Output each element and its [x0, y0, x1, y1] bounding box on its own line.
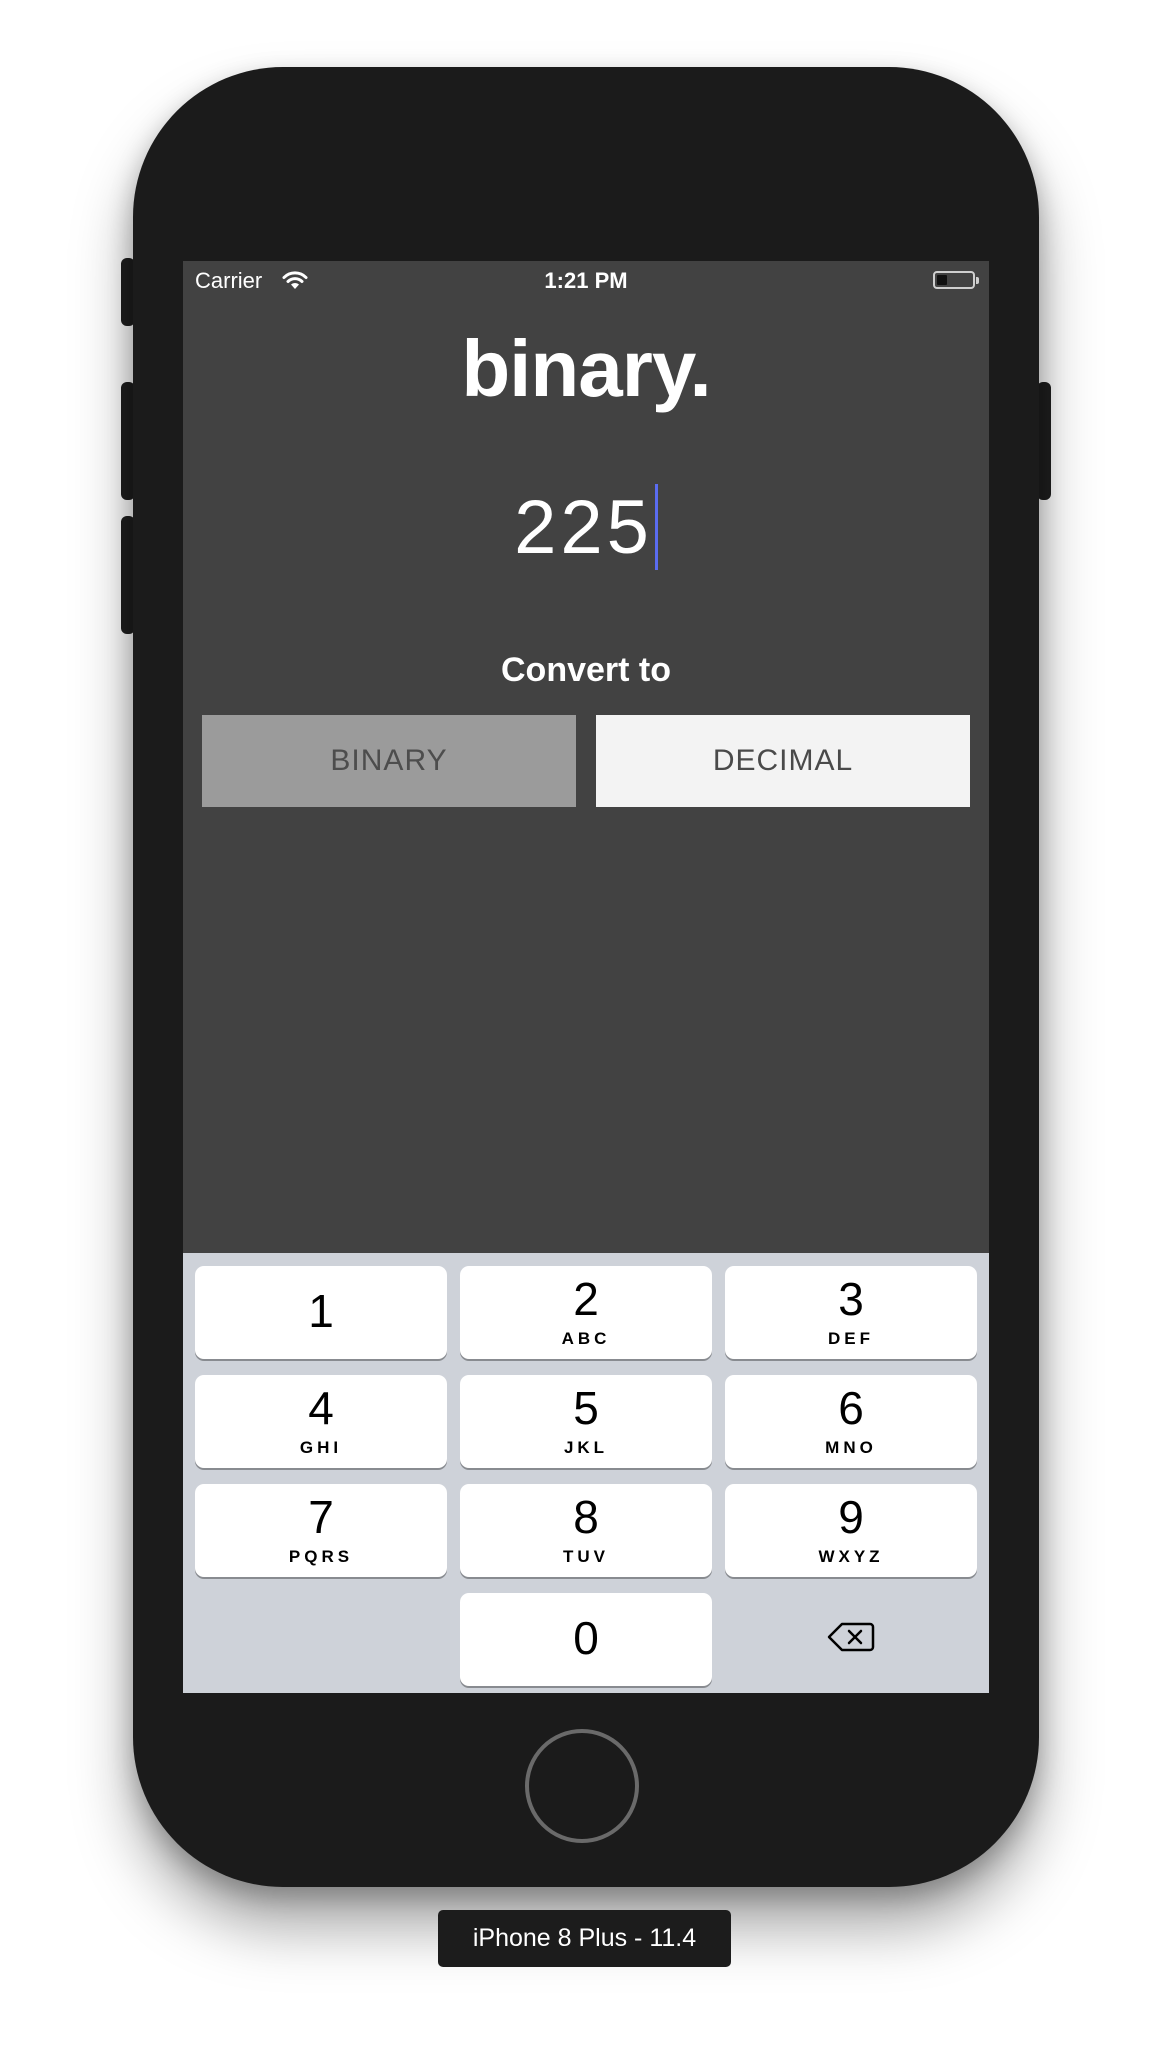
delete-key[interactable] [725, 1593, 977, 1686]
key-letters: WXYZ [818, 1547, 884, 1566]
key-2[interactable]: 2 ABC [460, 1266, 712, 1359]
key-digit: 5 [573, 1382, 599, 1434]
key-letters: ABC [561, 1329, 611, 1348]
key-1[interactable]: 1 [195, 1266, 447, 1359]
key-0[interactable]: 0 [460, 1593, 712, 1686]
key-digit: 4 [308, 1382, 334, 1434]
key-digit: 7 [308, 1491, 334, 1543]
key-9[interactable]: 9 WXYZ [725, 1484, 977, 1577]
key-letters: DEF [828, 1329, 874, 1348]
key-5[interactable]: 5 JKL [460, 1375, 712, 1468]
battery-icon [933, 271, 979, 289]
home-button[interactable] [525, 1729, 639, 1843]
key-letters: GHI [299, 1438, 343, 1457]
key-8[interactable]: 8 TUV [460, 1484, 712, 1577]
key-digit: 6 [838, 1382, 864, 1434]
status-bar: Carrier 1:21 PM [183, 261, 989, 301]
convert-to-label: Convert to [501, 651, 671, 689]
key-digit: 8 [573, 1491, 599, 1543]
key-3[interactable]: 3 DEF [725, 1266, 977, 1359]
number-input[interactable]: 225 [183, 483, 989, 576]
key-digit: 3 [838, 1273, 864, 1325]
key-letters: MNO [825, 1438, 877, 1457]
key-digit: 1 [308, 1285, 334, 1337]
backspace-icon [827, 1621, 875, 1658]
key-digit: 0 [573, 1612, 599, 1664]
key-digit: 2 [573, 1273, 599, 1325]
number-input-value: 225 [514, 485, 653, 570]
key-letters: PQRS [288, 1547, 354, 1566]
key-6[interactable]: 6 MNO [725, 1375, 977, 1468]
decimal-button[interactable]: DECIMAL [596, 715, 970, 807]
binary-button[interactable]: BINARY [202, 715, 576, 807]
key-letters: JKL [563, 1438, 609, 1457]
phone-screen: Carrier 1:21 PM binary. 225 Convert to B… [183, 261, 989, 1693]
key-4[interactable]: 4 GHI [195, 1375, 447, 1468]
key-digit: 9 [838, 1491, 864, 1543]
numeric-keypad: 1 2 ABC 3 DEF 4 GHI 5 JKL 6 MNO 7 PQRS 8… [183, 1253, 989, 1693]
key-letters: TUV [563, 1547, 609, 1566]
app-title: binary. [461, 324, 711, 413]
power-button[interactable] [1037, 382, 1051, 500]
status-time: 1:21 PM [544, 268, 628, 293]
text-cursor [654, 483, 658, 570]
simulator-device-label: iPhone 8 Plus - 11.4 [438, 1910, 731, 1967]
key-7[interactable]: 7 PQRS [195, 1484, 447, 1577]
